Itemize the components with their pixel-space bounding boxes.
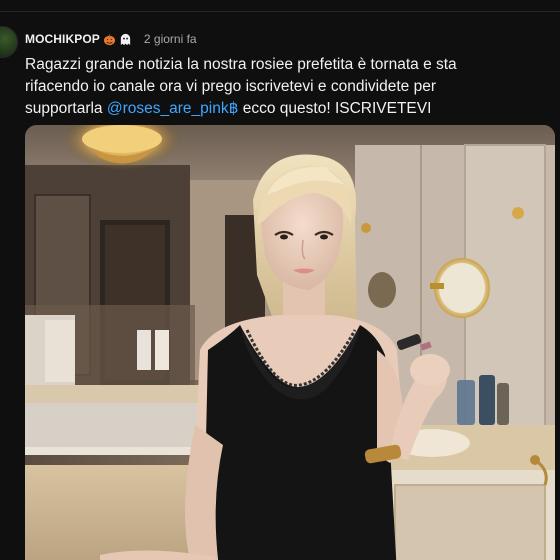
ghost-icon (120, 33, 131, 45)
post-image[interactable] (25, 125, 555, 560)
divider (0, 11, 560, 12)
author-name[interactable]: MOCHIKPOP (25, 32, 100, 46)
community-post: MOCHIKPOP 2 giorni fa Ragazzi grande not… (25, 30, 560, 120)
post-timestamp[interactable]: 2 giorni fa (144, 32, 197, 46)
post-text-part: ecco questo! ISCRIVETEVI (238, 100, 432, 117)
photo-illustration (25, 125, 555, 560)
channel-mention-link[interactable]: @roses_are_pink฿ (107, 100, 239, 117)
post-meta: MOCHIKPOP 2 giorni fa (25, 30, 560, 48)
post-text: Ragazzi grande notizia la nostra rosiee … (25, 54, 495, 120)
community-post-page: MOCHIKPOP 2 giorni fa Ragazzi grande not… (0, 0, 560, 560)
channel-avatar[interactable] (0, 26, 18, 58)
jack-o-lantern-icon (103, 33, 115, 45)
